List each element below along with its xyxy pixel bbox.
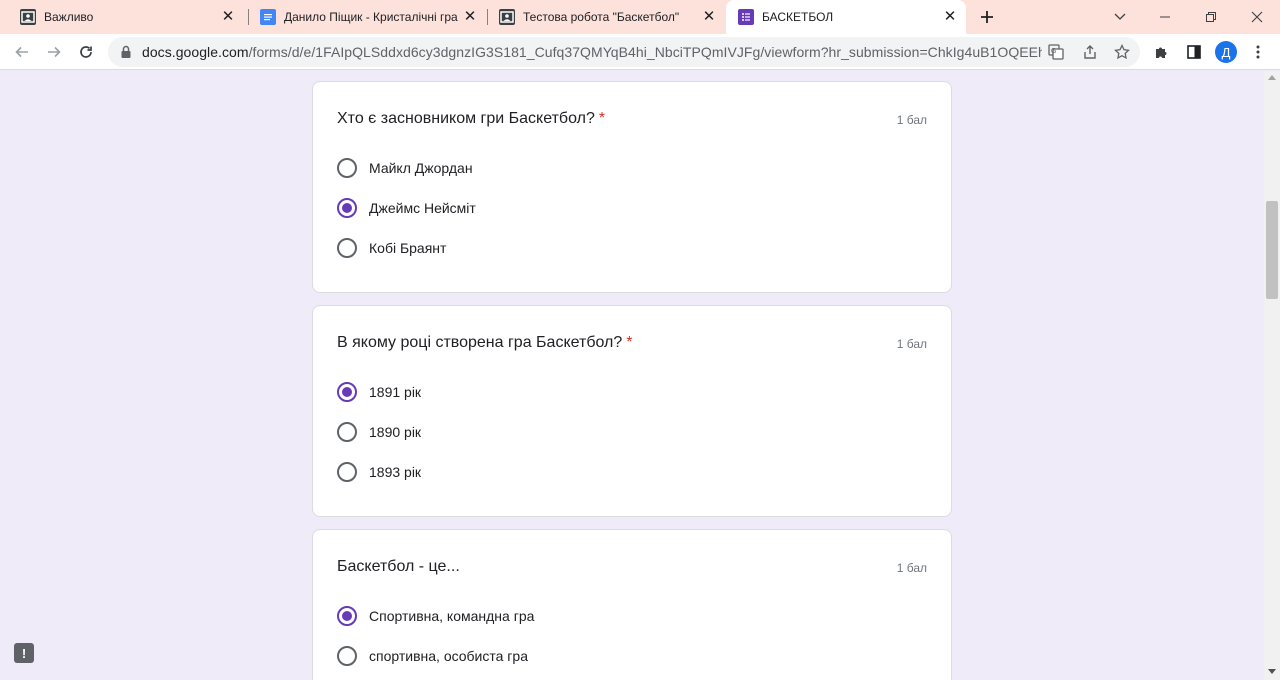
scroll-down-arrow[interactable] bbox=[1268, 669, 1276, 674]
question-text: Баскетбол - це... bbox=[337, 558, 460, 575]
option-label: 1893 рік bbox=[369, 464, 422, 480]
tab-basketbol[interactable]: БАСКЕТБОЛ ✕ bbox=[726, 0, 966, 34]
url-path: /forms/d/e/1FAIpQLSddxd6cy3dgnzIG3S181_C… bbox=[248, 44, 1042, 60]
question-points: 1 бал bbox=[896, 561, 927, 575]
radio-option[interactable]: Кобі Браянт bbox=[337, 236, 446, 260]
option-label: 1891 рік bbox=[369, 384, 422, 400]
star-icon[interactable] bbox=[1114, 44, 1130, 60]
question-text: В якому році створена гра Баскетбол? bbox=[337, 334, 623, 351]
tab-strip: Важливо ✕ Данило Піщик - Кристалічні гра… bbox=[0, 0, 1280, 34]
browser-toolbar: docs.google.com/forms/d/e/1FAIpQLSddxd6c… bbox=[0, 34, 1280, 70]
radio-button[interactable] bbox=[337, 646, 357, 666]
reload-button[interactable] bbox=[72, 38, 100, 66]
close-icon bbox=[1251, 11, 1263, 23]
option-label: Майкл Джордан bbox=[369, 160, 473, 176]
classroom-icon bbox=[20, 9, 36, 25]
feedback-icon[interactable]: ! bbox=[14, 643, 34, 663]
option-label: Кобі Браянт bbox=[369, 240, 447, 256]
required-mark: * bbox=[626, 334, 633, 351]
radio-button[interactable] bbox=[337, 462, 357, 482]
radio-option[interactable]: Джеймс Нейсміт bbox=[337, 196, 476, 220]
plus-icon bbox=[981, 11, 993, 23]
radio-option[interactable]: 1890 рік bbox=[337, 420, 421, 444]
forms-icon bbox=[738, 9, 754, 25]
avatar[interactable]: Д bbox=[1215, 41, 1237, 63]
arrow-left-icon bbox=[15, 46, 28, 58]
address-bar[interactable]: docs.google.com/forms/d/e/1FAIpQLSddxd6c… bbox=[108, 37, 1140, 67]
required-mark: * bbox=[598, 110, 606, 127]
form-content: Хто є засновником гри Баскетбол? * 1 бал … bbox=[0, 71, 1264, 680]
classroom-icon bbox=[499, 9, 515, 25]
side-panel-icon bbox=[1187, 45, 1201, 59]
radio-option[interactable]: 1891 рік bbox=[337, 380, 421, 404]
question-text: Хто є засновником гри Баскетбол? bbox=[337, 110, 595, 127]
radio-option[interactable]: Спортивна, командна гра bbox=[337, 604, 534, 628]
minimize-icon bbox=[1160, 16, 1170, 18]
minimize-button[interactable] bbox=[1145, 0, 1185, 34]
new-tab-button[interactable] bbox=[967, 0, 1007, 34]
side-panel-button[interactable] bbox=[1180, 38, 1208, 66]
more-vert-icon bbox=[1256, 45, 1260, 59]
translate-icon[interactable]: G bbox=[1048, 44, 1064, 60]
scroll-thumb[interactable] bbox=[1266, 201, 1278, 299]
option-label: Спортивна, командна гра bbox=[369, 608, 535, 624]
radio-button[interactable] bbox=[337, 606, 357, 626]
question-card: Хто є засновником гри Баскетбол? * 1 бал … bbox=[312, 81, 952, 293]
arrow-right-icon bbox=[48, 46, 61, 58]
radio-option[interactable]: спортивна, особиста гра bbox=[337, 644, 528, 668]
question-points: 1 бал bbox=[896, 337, 927, 351]
back-button[interactable] bbox=[8, 38, 36, 66]
url-host: docs.google.com bbox=[142, 44, 249, 60]
tab-testova-robota[interactable]: Тестова робота "Баскетбол" ✕ bbox=[487, 0, 725, 34]
question-title: Хто є засновником гри Баскетбол? * bbox=[337, 110, 605, 128]
scroll-up-arrow[interactable] bbox=[1268, 75, 1276, 80]
option-label: Джеймс Нейсміт bbox=[369, 200, 476, 216]
question-points: 1 бал bbox=[896, 113, 927, 127]
tab-title: Тестова робота "Баскетбол" bbox=[523, 10, 680, 24]
question-card: Баскетбол - це... 1 бал Спортивна, коман… bbox=[312, 529, 952, 680]
puzzle-icon bbox=[1156, 47, 1167, 58]
question-title: В якому році створена гра Баскетбол? * bbox=[337, 334, 633, 352]
lock-icon bbox=[120, 45, 132, 59]
question-card: В якому році створена гра Баскетбол? * 1 … bbox=[312, 305, 952, 517]
menu-button[interactable] bbox=[1244, 38, 1272, 66]
radio-button[interactable] bbox=[337, 382, 357, 402]
extensions-button[interactable] bbox=[1148, 38, 1176, 66]
tab-title: БАСКЕТБОЛ bbox=[762, 10, 834, 24]
close-icon[interactable]: ✕ bbox=[942, 9, 958, 25]
option-label: 1890 рік bbox=[369, 424, 422, 440]
restore-button[interactable] bbox=[1191, 0, 1231, 34]
tab-title: Данило Піщик - Кристалічні гра bbox=[284, 10, 458, 24]
scrollbar[interactable] bbox=[1264, 71, 1280, 680]
tab-kryshtalichni[interactable]: Данило Піщик - Кристалічні гра ✕ bbox=[248, 0, 486, 34]
url-text: docs.google.com/forms/d/e/1FAIpQLSddxd6c… bbox=[142, 44, 1042, 60]
radio-button[interactable] bbox=[337, 238, 357, 258]
reload-icon bbox=[80, 46, 92, 58]
restore-icon bbox=[1206, 12, 1216, 22]
option-label: спортивна, особиста гра bbox=[369, 648, 528, 664]
radio-option[interactable]: Майкл Джордан bbox=[337, 156, 473, 180]
close-window-button[interactable] bbox=[1237, 0, 1277, 34]
svg-text:G: G bbox=[1051, 48, 1056, 55]
chevron-down-icon bbox=[1114, 13, 1126, 20]
radio-option[interactable]: 1893 рік bbox=[337, 460, 421, 484]
tab-vazhlyvo[interactable]: Важливо ✕ bbox=[8, 0, 244, 34]
question-title: Баскетбол - це... bbox=[337, 558, 464, 576]
radio-button[interactable] bbox=[337, 158, 357, 178]
tab-title: Важливо bbox=[44, 10, 94, 24]
forward-button[interactable] bbox=[40, 38, 68, 66]
radio-button[interactable] bbox=[337, 198, 357, 218]
docs-icon bbox=[260, 9, 276, 25]
close-icon[interactable]: ✕ bbox=[462, 9, 478, 25]
radio-button[interactable] bbox=[337, 422, 357, 442]
close-icon[interactable]: ✕ bbox=[701, 9, 717, 25]
tab-search-button[interactable] bbox=[1100, 0, 1140, 34]
share-icon[interactable] bbox=[1082, 44, 1098, 60]
close-icon[interactable]: ✕ bbox=[220, 9, 236, 25]
